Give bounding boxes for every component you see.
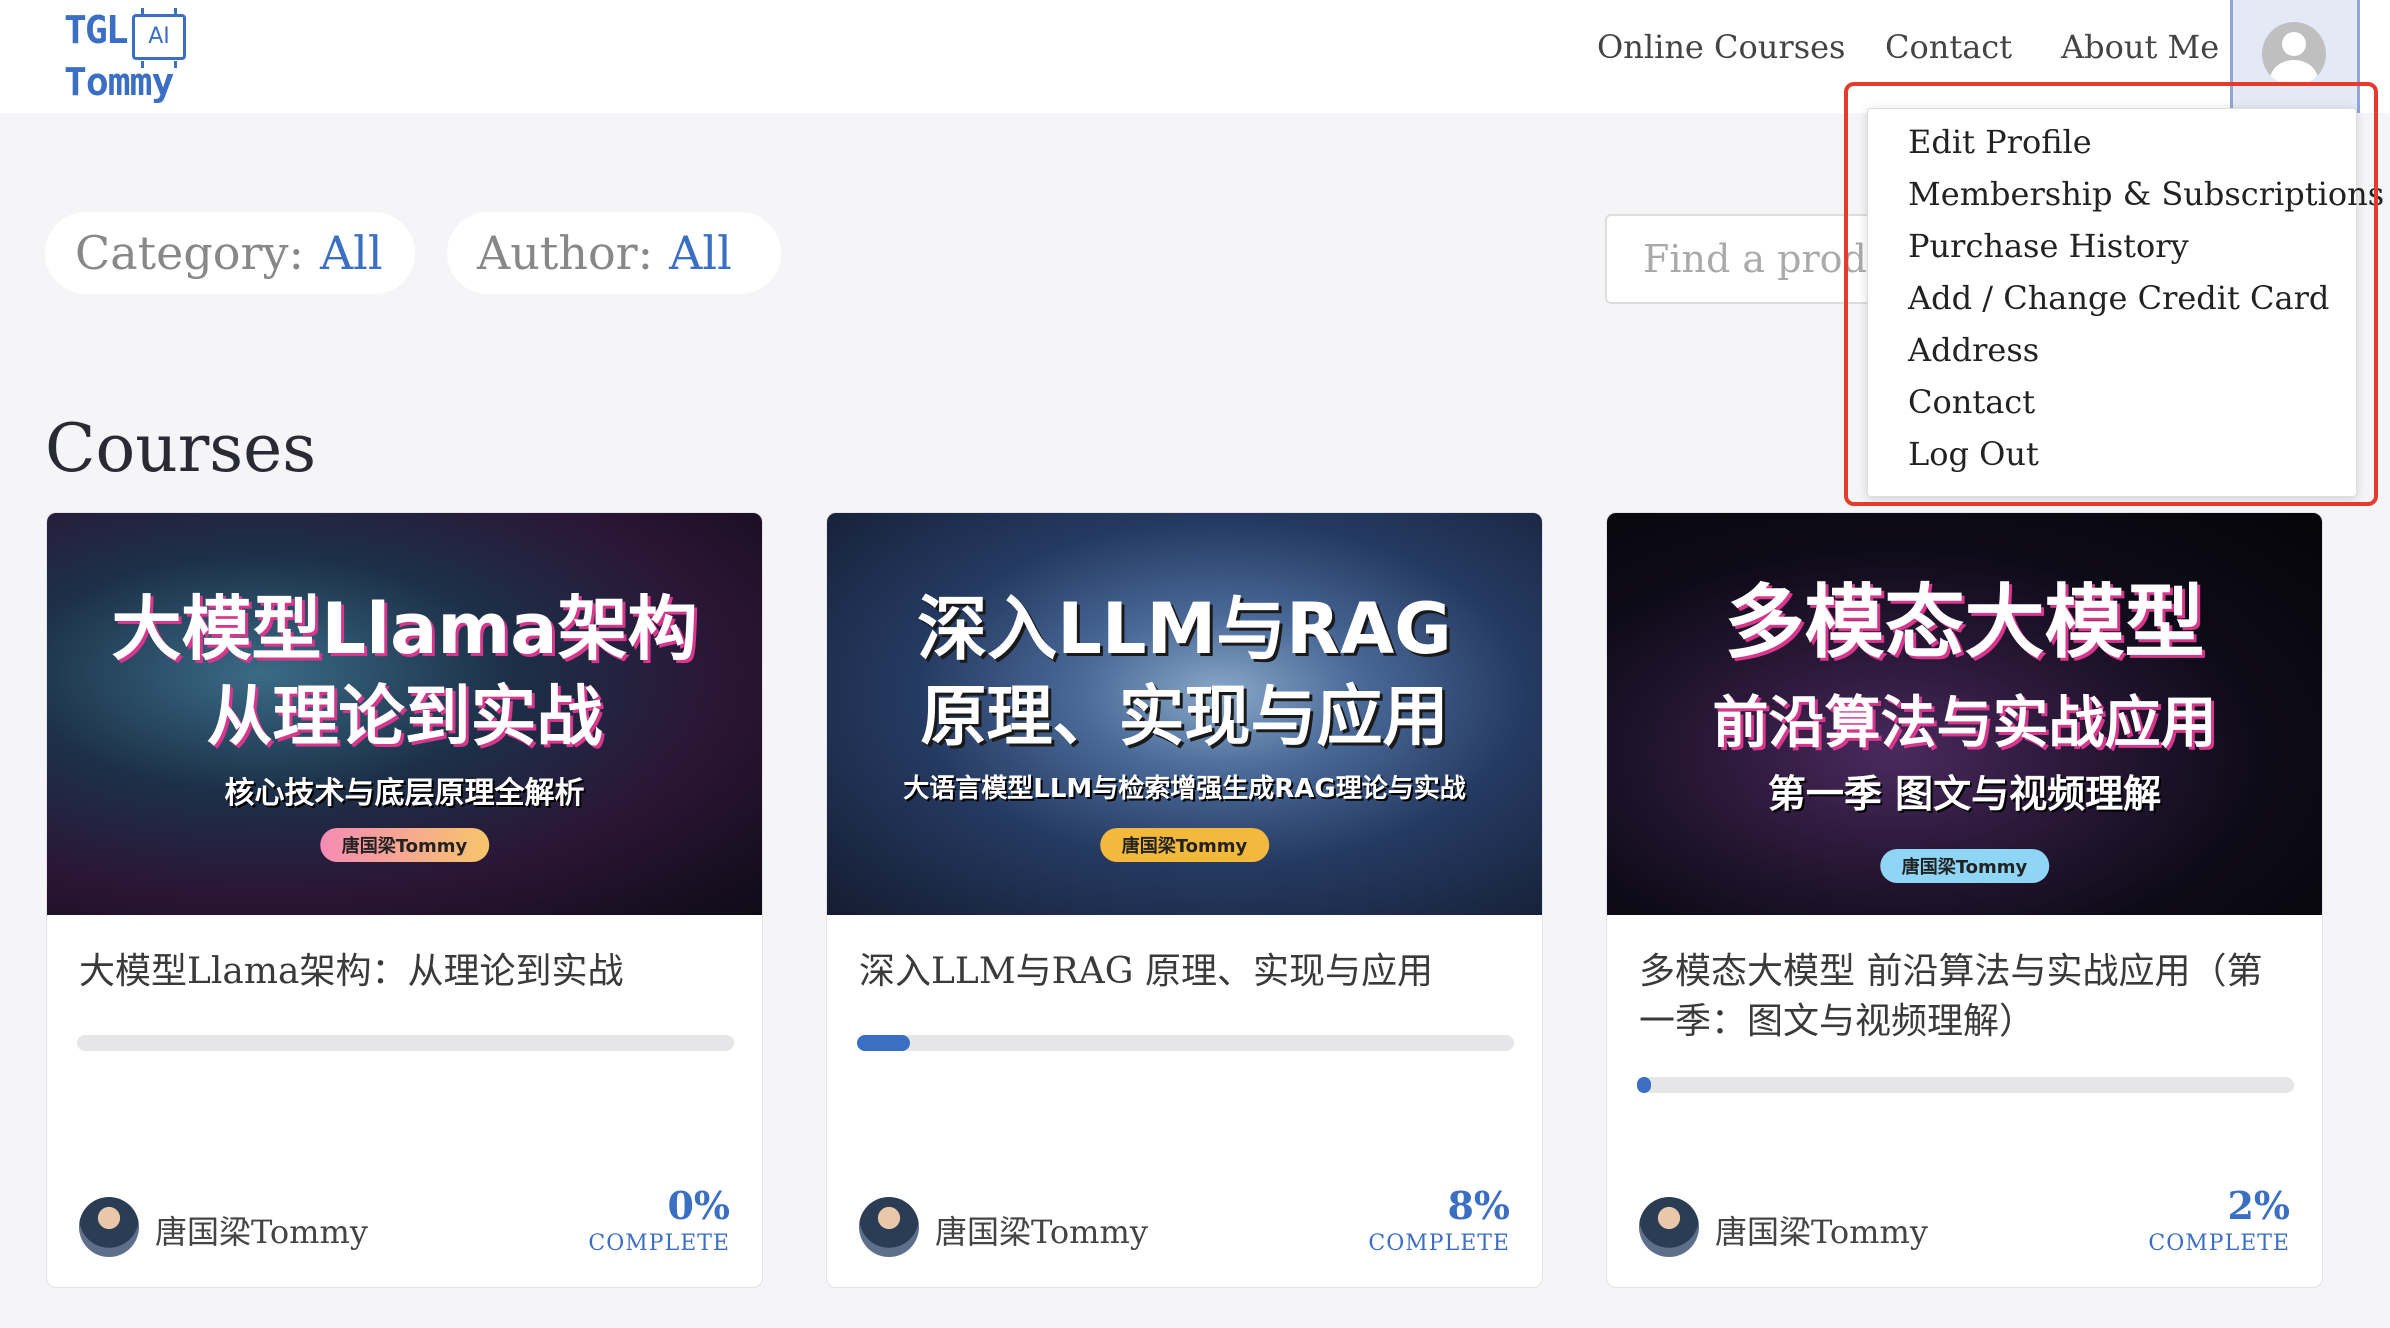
page-title: Courses: [45, 410, 317, 487]
course-card[interactable]: 多模态大模型 前沿算法与实战应用 第一季 图文与视频理解 唐国梁Tommy 多模…: [1606, 512, 2323, 1288]
course-banner-image[interactable]: 多模态大模型 前沿算法与实战应用 第一季 图文与视频理解 唐国梁Tommy: [1607, 513, 2322, 915]
banner-title-line1: 深入LLM与RAG: [917, 588, 1452, 670]
author-avatar: [79, 1197, 139, 1257]
author-name: 唐国梁Tommy: [935, 1213, 1148, 1251]
category-filter[interactable]: Category: All: [45, 212, 415, 294]
progress-fill: [857, 1035, 910, 1051]
logo-text-tgl: TGL: [64, 8, 129, 52]
author-name: 唐国梁Tommy: [1715, 1213, 1928, 1251]
author-name: 唐国梁Tommy: [155, 1213, 368, 1251]
category-filter-value: All: [319, 226, 383, 280]
banner-title-line1: 大模型Llama架构: [111, 588, 698, 670]
progress-percent: 0%: [667, 1183, 730, 1228]
nav-contact[interactable]: Contact: [1885, 28, 2012, 66]
progress-fill: [1637, 1077, 1651, 1093]
progress-percent: 2%: [2227, 1183, 2290, 1228]
course-title[interactable]: 多模态大模型 前沿算法与实战应用（第一季：图文与视频理解）: [1639, 947, 2292, 1047]
banner-subtitle: 大语言模型LLM与检索增强生成RAG理论与实战: [903, 774, 1466, 804]
user-avatar-icon: [2262, 22, 2326, 86]
course-card[interactable]: 深入LLM与RAG 原理、实现与应用 大语言模型LLM与检索增强生成RAG理论与…: [826, 512, 1543, 1288]
banner-title-line2: 原理、实现与应用: [920, 678, 1449, 755]
nav-online-courses[interactable]: Online Courses: [1597, 28, 1845, 66]
category-filter-label: Category:: [75, 226, 304, 280]
progress-bar: [77, 1035, 734, 1051]
banner-author-tag: 唐国梁Tommy: [1879, 849, 2050, 883]
author-filter-value: All: [669, 226, 732, 280]
progress-bar: [1637, 1077, 2294, 1093]
progress-percent: 8%: [1447, 1183, 1510, 1228]
banner-author-tag: 唐国梁Tommy: [319, 828, 490, 862]
course-title[interactable]: 深入LLM与RAG 原理、实现与应用: [859, 947, 1512, 997]
complete-label: COMPLETE: [588, 1231, 730, 1256]
course-banner-image[interactable]: 大模型Llama架构 从理论到实战 核心技术与底层原理全解析 唐国梁Tommy: [47, 513, 762, 915]
author-avatar: [1639, 1197, 1699, 1257]
banner-subtitle: 第一季 图文与视频理解: [1767, 772, 2162, 816]
complete-label: COMPLETE: [2148, 1231, 2290, 1256]
author-filter[interactable]: Author: All: [447, 212, 781, 294]
course-card[interactable]: 大模型Llama架构 从理论到实战 核心技术与底层原理全解析 唐国梁Tommy …: [46, 512, 763, 1288]
banner-author-tag: 唐国梁Tommy: [1099, 828, 1270, 862]
site-logo[interactable]: TGL AI Tommy: [62, 6, 202, 110]
banner-title-line2: 前沿算法与实战应用: [1712, 691, 2217, 756]
banner-title-line1: 多模态大模型: [1724, 576, 2205, 669]
author-avatar: [859, 1197, 919, 1257]
progress-bar: [857, 1035, 1514, 1051]
author-filter-label: Author:: [477, 226, 654, 280]
banner-subtitle: 核心技术与底层原理全解析: [224, 776, 585, 811]
course-banner-image[interactable]: 深入LLM与RAG 原理、实现与应用 大语言模型LLM与检索增强生成RAG理论与…: [827, 513, 1542, 915]
nav-about-me[interactable]: About Me: [2061, 28, 2219, 66]
banner-title-line2: 从理论到实战: [206, 678, 603, 755]
highlight-annotation-box: [1844, 82, 2378, 506]
course-title[interactable]: 大模型Llama架构：从理论到实战: [79, 947, 732, 997]
logo-text-tommy: Tommy: [64, 60, 174, 104]
complete-label: COMPLETE: [1368, 1231, 1510, 1256]
ai-chip-icon: AI: [132, 8, 186, 66]
